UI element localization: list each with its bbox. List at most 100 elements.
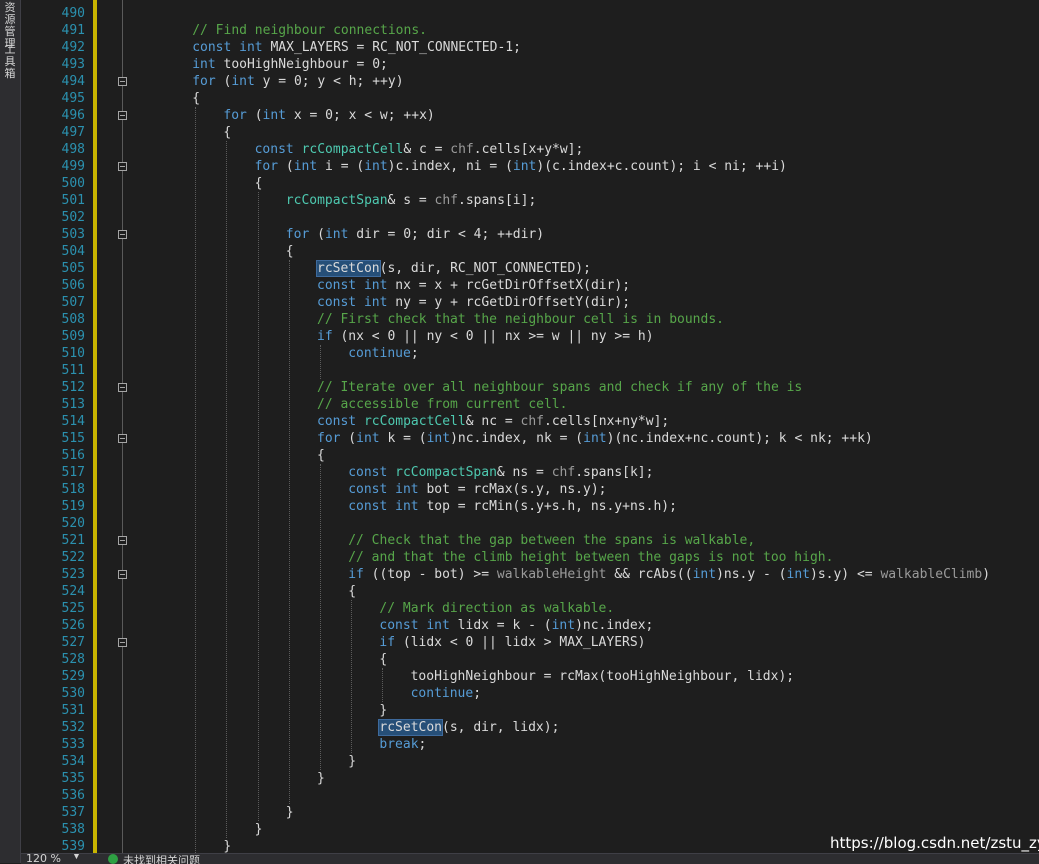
- code-editor[interactable]: 490 491 // Find neighbour connections. 492 c…: [21, 0, 1039, 853]
- code-line[interactable]: 490: [21, 5, 1039, 22]
- code-line[interactable]: 493 int tooHighNeighbour = 0;: [21, 56, 1039, 73]
- line-number: 496: [61, 108, 85, 123]
- code-token: break: [379, 737, 419, 752]
- line-number: 498: [61, 142, 85, 157]
- code-token: for: [317, 431, 341, 446]
- code-line[interactable]: 491 // Find neighbour connections.: [21, 22, 1039, 39]
- code-token: int: [426, 618, 450, 633]
- code-token: ;: [473, 686, 482, 701]
- code-token: int: [583, 431, 607, 446]
- code-line[interactable]: 515 for (int k = (int)nc.index, nk = (int…: [21, 430, 1039, 447]
- zoom-level[interactable]: 120 %: [26, 854, 61, 864]
- code-line[interactable]: 522 // and that the climb height between …: [21, 549, 1039, 566]
- code-text: for (int y = 0; y < h; ++y): [192, 73, 403, 90]
- line-number: 503: [61, 227, 85, 242]
- code-text: // Find neighbour connections.: [192, 22, 427, 39]
- code-line[interactable]: 530 continue;: [21, 685, 1039, 702]
- code-line[interactable]: 520: [21, 515, 1039, 532]
- collapse-toggle-icon[interactable]: [118, 383, 127, 392]
- code-token: chf: [520, 414, 544, 429]
- line-number: 495: [61, 91, 85, 106]
- code-line[interactable]: 495 {: [21, 90, 1039, 107]
- code-line[interactable]: 521 // Check that the gap between the spa…: [21, 532, 1039, 549]
- code-line[interactable]: 498 const rcCompactCell& c = chf.cells[x+…: [21, 141, 1039, 158]
- code-line[interactable]: 492 const int MAX_LAYERS = RC_NOT_CONNECT…: [21, 39, 1039, 56]
- code-line[interactable]: 496 for (int x = 0; x < w; ++x): [21, 107, 1039, 124]
- code-token: const: [317, 414, 357, 429]
- watermark-text: https://blog.csdn.net/zstu_zy: [830, 834, 1039, 852]
- collapse-toggle-icon[interactable]: [118, 638, 127, 647]
- chevron-down-icon[interactable]: ▼: [73, 854, 80, 861]
- code-line[interactable]: 511: [21, 362, 1039, 379]
- line-number: 514: [61, 414, 85, 429]
- collapse-toggle-icon[interactable]: [118, 230, 127, 239]
- code-line[interactable]: 532 rcSetCon(s, dir, lidx);: [21, 719, 1039, 736]
- code-line[interactable]: 494 for (int y = 0; y < h; ++y): [21, 73, 1039, 90]
- collapse-toggle-icon[interactable]: [118, 536, 127, 545]
- collapse-toggle-icon[interactable]: [118, 111, 127, 120]
- code-line[interactable]: 526 const int lidx = k - (int)nc.index;: [21, 617, 1039, 634]
- code-line[interactable]: 509 if (nx < 0 || ny < 0 || nx >= w || ny…: [21, 328, 1039, 345]
- code-line[interactable]: 508 // First check that the neighbour cel…: [21, 311, 1039, 328]
- collapse-toggle-icon[interactable]: [118, 77, 127, 86]
- code-line[interactable]: 499 for (int i = (int)c.index, ni = (int)…: [21, 158, 1039, 175]
- code-text: // accessible from current cell.: [317, 396, 567, 413]
- code-line[interactable]: 503 for (int dir = 0; dir < 4; ++dir): [21, 226, 1039, 243]
- code-text: {: [379, 651, 387, 668]
- code-token: nx = x + rcGetDirOffsetX(dir);: [387, 278, 631, 293]
- code-token: int: [262, 108, 287, 123]
- code-line[interactable]: 497 {: [21, 124, 1039, 141]
- code-line[interactable]: 527 if (lidx < 0 || lidx > MAX_LAYERS): [21, 634, 1039, 651]
- code-token: .cells[x+y*w];: [473, 142, 584, 157]
- code-line[interactable]: 500 {: [21, 175, 1039, 192]
- code-token: MAX_LAYERS = RC_NOT_CONNECTED-1;: [262, 40, 521, 55]
- code-line[interactable]: 535}: [21, 770, 1039, 787]
- code-token: tooHighNeighbour = 0;: [215, 57, 388, 72]
- code-line[interactable]: 501 rcCompactSpan& s = chf.spans[i];: [21, 192, 1039, 209]
- line-number: 499: [61, 159, 85, 174]
- code-line[interactable]: 525 // Mark direction as walkable.: [21, 600, 1039, 617]
- code-line[interactable]: 536: [21, 787, 1039, 804]
- code-line[interactable]: 524 {: [21, 583, 1039, 600]
- code-line[interactable]: 505 rcSetCon(s, dir, RC_NOT_CONNECTED);: [21, 260, 1039, 277]
- code-line[interactable]: 510 continue;: [21, 345, 1039, 362]
- code-token: // First check that the neighbour cell i…: [317, 312, 724, 327]
- code-line[interactable]: 528 {: [21, 651, 1039, 668]
- code-line[interactable]: 519 const int top = rcMin(s.y+s.h, ns.y+n…: [21, 498, 1039, 515]
- code-line[interactable]: 507 const int ny = y + rcGetDirOffsetY(di…: [21, 294, 1039, 311]
- code-line[interactable]: 512 // Iterate over all neighbour spans a…: [21, 379, 1039, 396]
- code-line[interactable]: 533 break;: [21, 736, 1039, 753]
- collapse-toggle-icon[interactable]: [118, 434, 127, 443]
- code-token: }: [223, 839, 232, 853]
- code-line[interactable]: 504 {: [21, 243, 1039, 260]
- code-line[interactable]: 502: [21, 209, 1039, 226]
- toolbox-tab[interactable]: 工具箱: [2, 44, 18, 80]
- code-line[interactable]: 523 if ((top - bot) >= walkableHeight && …: [21, 566, 1039, 583]
- code-token: {: [285, 244, 294, 259]
- code-line[interactable]: 534}: [21, 753, 1039, 770]
- code-line[interactable]: 518 const int bot = rcMax(s.y, ns.y);: [21, 481, 1039, 498]
- code-line[interactable]: 537}: [21, 804, 1039, 821]
- issues-status[interactable]: 未找到相关问题: [123, 854, 200, 864]
- code-line[interactable]: 516 {: [21, 447, 1039, 464]
- collapse-toggle-icon[interactable]: [118, 570, 127, 579]
- code-line[interactable]: 514 const rcCompactCell& nc = chf.cells[n…: [21, 413, 1039, 430]
- code-line[interactable]: 506 const int nx = x + rcGetDirOffsetX(di…: [21, 277, 1039, 294]
- code-token: ny = y + rcGetDirOffsetY(dir);: [387, 295, 631, 310]
- line-number: 507: [61, 295, 85, 310]
- code-line[interactable]: 517 const rcCompactSpan& ns = chf.spans[k…: [21, 464, 1039, 481]
- line-number: 526: [61, 618, 85, 633]
- code-text: {: [192, 90, 200, 107]
- code-line[interactable]: 513 // accessible from current cell.: [21, 396, 1039, 413]
- code-line[interactable]: 529 tooHighNeighbour = rcMax(tooHighNeigh…: [21, 668, 1039, 685]
- line-number: 529: [61, 669, 85, 684]
- line-number: 532: [61, 720, 85, 735]
- code-token: )s.y) <=: [810, 567, 881, 582]
- line-number: 531: [61, 703, 85, 718]
- code-line[interactable]: 531}: [21, 702, 1039, 719]
- code-text: }: [317, 770, 325, 787]
- code-token: )nc.index;: [575, 618, 654, 633]
- code-token: dir = 0; dir < 4; ++dir): [348, 227, 545, 242]
- collapse-toggle-icon[interactable]: [118, 162, 127, 171]
